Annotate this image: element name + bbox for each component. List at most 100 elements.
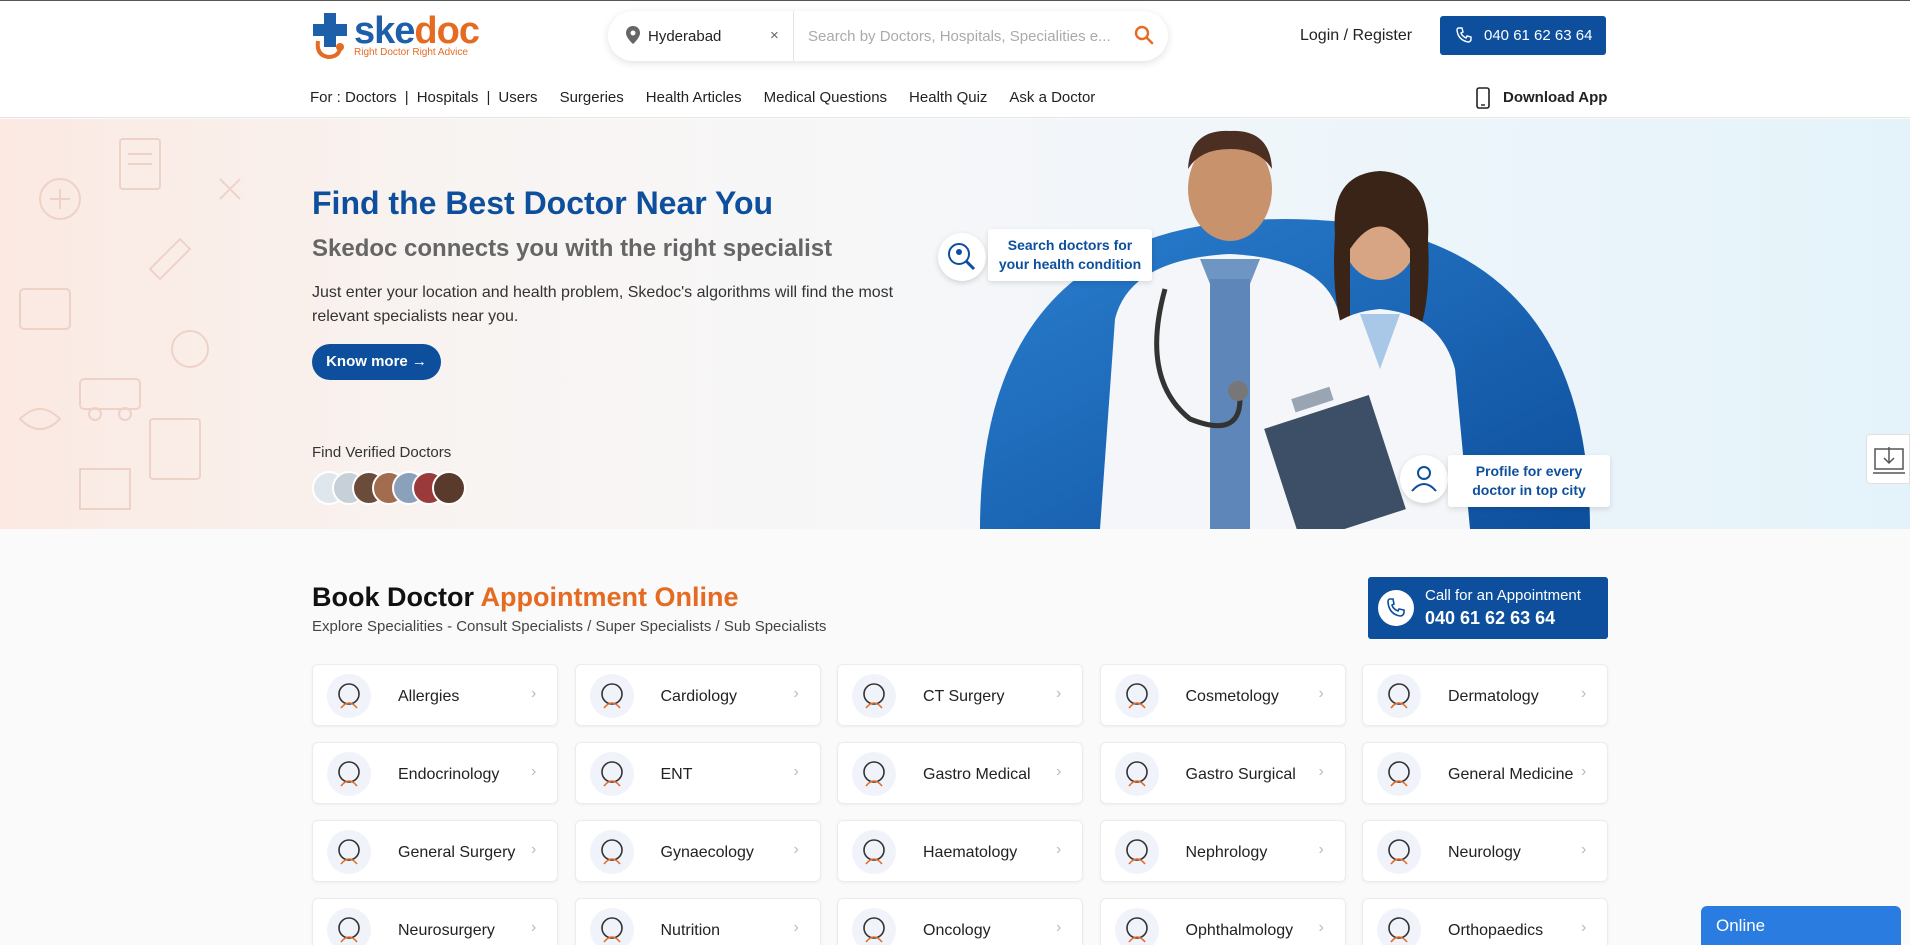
logo-tagline: Right Doctor Right Advice xyxy=(354,47,468,58)
chat-widget[interactable]: Online xyxy=(1701,906,1901,945)
endocrinology-icon xyxy=(327,752,371,796)
gynaecology-icon xyxy=(589,830,634,874)
speciality-card[interactable]: Nutrition › xyxy=(574,898,821,945)
speciality-card[interactable]: Neurology › xyxy=(1362,820,1608,882)
speciality-label: Haematology xyxy=(923,844,1018,861)
nav-users[interactable]: Users xyxy=(498,89,537,106)
phone-icon xyxy=(1456,27,1472,43)
chevron-right-icon: › xyxy=(1056,841,1062,858)
hero-title: Find the Best Doctor Near You xyxy=(312,185,774,221)
download-app-label: Download App xyxy=(1503,89,1608,106)
avatar xyxy=(432,471,466,505)
speciality-label: Gastro Surgical xyxy=(1185,766,1296,783)
nav-for-doctors[interactable]: For : Doctors xyxy=(310,89,397,106)
speciality-card[interactable]: Gastro Medical › xyxy=(837,742,1083,804)
speciality-card[interactable]: Dermatology › xyxy=(1362,664,1608,726)
orthopaedics-icon xyxy=(1377,908,1421,945)
search-bar: Hyderabad × xyxy=(608,11,1168,61)
search-doctor-icon xyxy=(938,233,986,281)
login-register-link[interactable]: Login / Register xyxy=(1300,27,1412,45)
speciality-card[interactable]: Oncology › xyxy=(837,898,1083,945)
speciality-card[interactable]: Gynaecology › xyxy=(574,820,821,882)
speciality-label: Dermatology xyxy=(1448,688,1539,705)
doctor-profile-icon xyxy=(1400,455,1448,503)
ct-surgery-icon xyxy=(852,674,896,718)
gastro-medical-icon xyxy=(852,752,896,796)
chevron-right-icon: › xyxy=(1318,685,1324,702)
nav-separator: | xyxy=(404,89,409,106)
location-selector[interactable]: Hyderabad × xyxy=(608,11,794,61)
know-more-button[interactable]: Know more → xyxy=(312,344,441,380)
speciality-label: Neurology xyxy=(1448,844,1521,861)
call-appointment-button[interactable]: Call for an Appointment 040 61 62 63 64 xyxy=(1368,577,1608,639)
search-input[interactable] xyxy=(808,23,1118,49)
ent-icon xyxy=(589,752,634,796)
chevron-right-icon: › xyxy=(531,919,537,936)
speciality-label: Orthopaedics xyxy=(1448,922,1544,939)
speciality-card[interactable]: Endocrinology › xyxy=(312,742,558,804)
nav-surgeries[interactable]: Surgeries xyxy=(560,89,624,106)
chevron-right-icon: › xyxy=(1318,841,1324,858)
speciality-card[interactable]: Cardiology › xyxy=(574,664,821,726)
nav-ask-a-doctor[interactable]: Ask a Doctor xyxy=(1009,89,1095,106)
nephrology-icon xyxy=(1114,830,1159,874)
speciality-card[interactable]: General Medicine › xyxy=(1362,742,1608,804)
badge-doctor-profile: Profile for every doctor in top city xyxy=(1448,455,1610,507)
chevron-right-icon: › xyxy=(793,841,799,858)
speciality-label: Gastro Medical xyxy=(923,766,1031,783)
logo[interactable]: skedoc Right Doctor Right Advice xyxy=(310,9,480,61)
cardiology-icon xyxy=(589,674,634,718)
speciality-card[interactable]: Ophthalmology › xyxy=(1099,898,1346,945)
search-icon[interactable] xyxy=(1134,25,1154,45)
chevron-right-icon: › xyxy=(1056,763,1062,780)
speciality-card[interactable]: Neurosurgery › xyxy=(312,898,558,945)
book-appointment-subtitle: Explore Specialities - Consult Specialis… xyxy=(312,618,827,635)
logo-wordmark: skedoc xyxy=(354,10,480,52)
side-download-tab[interactable] xyxy=(1866,434,1910,484)
chevron-right-icon: › xyxy=(531,763,537,780)
allergies-icon xyxy=(327,674,371,718)
chevron-right-icon: › xyxy=(1318,763,1324,780)
hero-subtitle: Skedoc connects you with the right speci… xyxy=(312,235,833,262)
speciality-card[interactable]: Cosmetology › xyxy=(1099,664,1346,726)
speciality-card[interactable]: Nephrology › xyxy=(1099,820,1346,882)
nav-hospitals[interactable]: Hospitals xyxy=(417,89,479,106)
haematology-icon xyxy=(852,830,896,874)
general-surgery-icon xyxy=(327,830,371,874)
speciality-card[interactable]: Haematology › xyxy=(837,820,1083,882)
speciality-card[interactable]: CT Surgery › xyxy=(837,664,1083,726)
speciality-label: Allergies xyxy=(398,688,460,705)
chevron-right-icon: › xyxy=(1581,685,1587,702)
chevron-right-icon: › xyxy=(1056,919,1062,936)
call-appointment-number: 040 61 62 63 64 xyxy=(1425,608,1556,628)
speciality-card[interactable]: General Surgery › xyxy=(312,820,558,882)
speciality-card[interactable]: Gastro Surgical › xyxy=(1099,742,1346,804)
call-phone-button[interactable]: 040 61 62 63 64 xyxy=(1440,16,1606,55)
main-nav: For : Doctors | Hospitals | Users Surgeries He… xyxy=(310,89,1095,106)
location-pin-icon xyxy=(626,26,640,44)
badge-search-doctors: Search doctors for your health condition xyxy=(988,229,1152,281)
nutrition-icon xyxy=(589,908,634,945)
nav-medical-questions[interactable]: Medical Questions xyxy=(764,89,887,106)
clear-location-icon[interactable]: × xyxy=(770,27,779,44)
hero-doctors-illustration: Search doctors for your health condition… xyxy=(938,119,1640,529)
speciality-card[interactable]: Orthopaedics › xyxy=(1362,898,1608,945)
speciality-label: Cardiology xyxy=(660,688,737,705)
general-medicine-icon xyxy=(1377,752,1421,796)
speciality-card[interactable]: ENT › xyxy=(574,742,821,804)
gastro-surgical-icon xyxy=(1114,752,1159,796)
chevron-right-icon: › xyxy=(531,685,537,702)
nav-health-articles[interactable]: Health Articles xyxy=(646,89,742,106)
speciality-card[interactable]: Allergies › xyxy=(312,664,558,726)
nav-health-quiz[interactable]: Health Quiz xyxy=(909,89,987,106)
medical-pattern-decoration xyxy=(18,138,241,510)
oncology-icon xyxy=(852,908,896,945)
speciality-label: Cosmetology xyxy=(1185,688,1279,705)
chat-status-label: Online xyxy=(1716,916,1766,935)
phone-call-icon xyxy=(1378,590,1414,626)
chevron-right-icon: › xyxy=(531,841,537,858)
speciality-label: Oncology xyxy=(923,922,991,939)
speciality-label: ENT xyxy=(660,766,693,783)
speciality-label: General Surgery xyxy=(398,844,516,861)
logo-cross-icon xyxy=(313,13,347,59)
